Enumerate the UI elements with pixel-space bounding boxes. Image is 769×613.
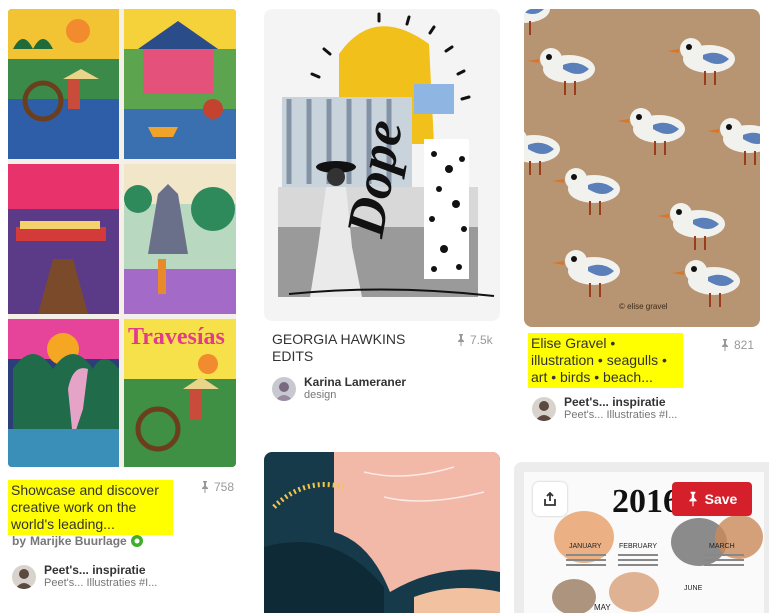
save-button[interactable]: Save — [672, 482, 752, 516]
board-title: Peet's... inspiratie — [44, 563, 146, 577]
avatar — [532, 397, 556, 421]
share-icon — [544, 492, 556, 506]
avatar-image — [272, 377, 296, 401]
artist-signature: © elise gravel — [619, 302, 668, 311]
pin-image-seagulls[interactable]: © elise gravel — [524, 9, 760, 327]
travel-collage-art: Travesías — [8, 9, 236, 467]
pin-image-abstract-paper[interactable] — [264, 452, 500, 613]
save-button-label: Save — [704, 491, 738, 507]
board-subtitle: Peet's... Illustraties #I... — [44, 577, 158, 589]
avatar — [12, 565, 36, 589]
calendar-month: MARCH — [709, 543, 735, 550]
avatar-image — [12, 565, 36, 589]
pin-board-travel[interactable]: Peet's... inspiratie Peet's... Illustrat… — [12, 564, 157, 590]
pushpin-icon — [689, 491, 697, 507]
board-title: Peet's... inspiratie — [564, 395, 666, 409]
calendar-month: MAY — [594, 603, 611, 612]
dope-collage-art: Dope — [264, 9, 500, 321]
calendar-month: JUNE — [684, 585, 703, 592]
pin-caption-travel[interactable]: Showcase and discover creative work on t… — [8, 480, 173, 535]
board-subtitle: design — [304, 389, 337, 401]
pin-save-count-travel: 758 — [200, 480, 234, 494]
pushpin-icon — [458, 334, 464, 346]
pin-save-count-seagulls: 821 — [720, 338, 754, 352]
pushpin-icon — [722, 339, 728, 351]
pinner-name: Karina Lameraner — [304, 375, 407, 389]
pushpin-icon — [202, 481, 208, 493]
pin-save-count-dope: 7.5k — [456, 333, 493, 347]
pin-caption-seagulls[interactable]: Elise Gravel • illustration • seagulls •… — [528, 333, 683, 388]
pin-image-dope-collage[interactable]: Dope — [264, 9, 500, 321]
pin-caption-dope[interactable]: GEORGIA HAWKINS EDITS — [272, 331, 422, 365]
pin-board-seagulls[interactable]: Peet's... inspiratie Peet's... Illustrat… — [532, 396, 677, 422]
avatar — [272, 377, 296, 401]
board-subtitle: Peet's... Illustraties #I... — [564, 409, 678, 421]
attribution-name: Marijke Buurlage — [30, 534, 127, 548]
calendar-month: JANUARY — [569, 543, 602, 550]
verified-icon — [130, 535, 143, 547]
share-button[interactable] — [533, 482, 567, 516]
abstract-paper-art — [264, 452, 500, 613]
avatar-image — [532, 397, 556, 421]
pin-pinner-dope[interactable]: Karina Lameraner design — [272, 376, 406, 402]
seagulls-art: © elise gravel — [524, 9, 760, 327]
calendar-year: 2016 — [612, 483, 680, 520]
pin-image-travel-collage[interactable]: Travesías — [8, 9, 236, 467]
attribution-prefix: by — [12, 534, 27, 548]
pin-attribution-travel[interactable]: by Marijke Buurlage — [12, 534, 143, 548]
calendar-month: FEBRUARY — [619, 543, 657, 550]
cover-title: Travesías — [128, 324, 225, 350]
